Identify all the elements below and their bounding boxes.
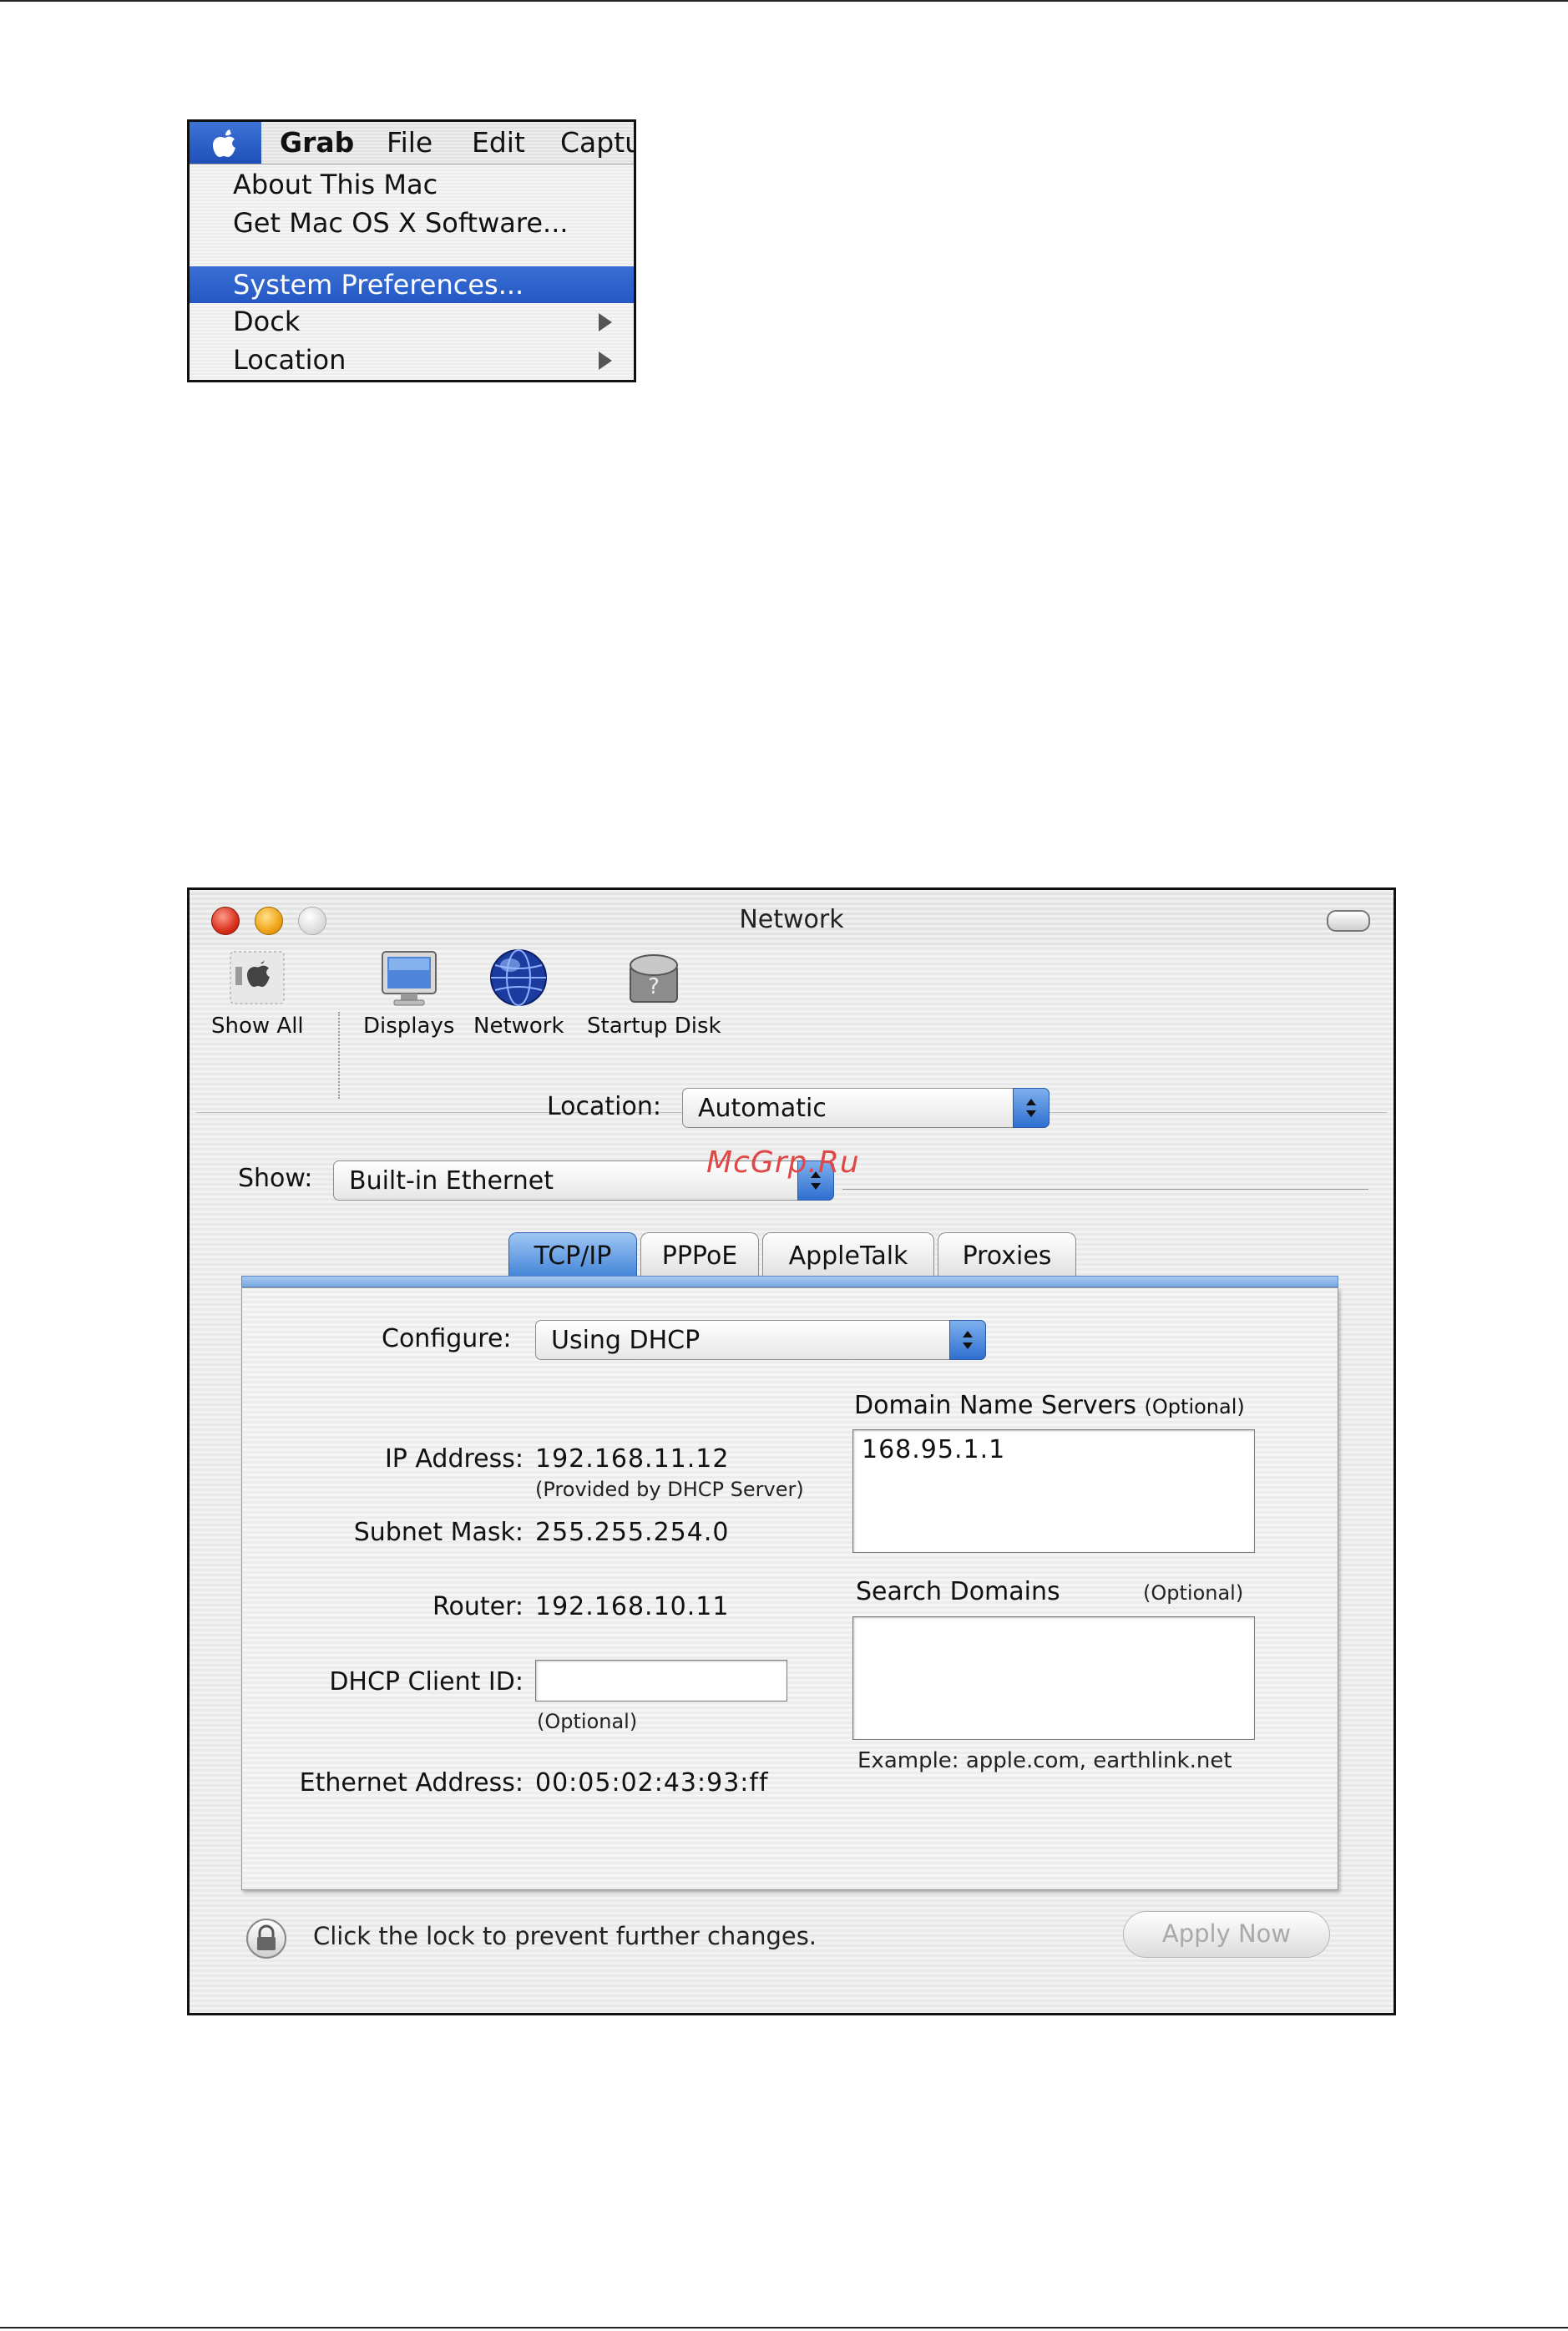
ip-address-label: IP Address: [384,1444,524,1474]
menubar-capture[interactable]: Captu [560,125,634,160]
configure-popup[interactable]: Using DHCP [535,1320,986,1360]
tab-pppoe[interactable]: PPPoE [640,1232,759,1281]
dns-servers-value: 168.95.1.1 [862,1435,1006,1464]
titlebar: Network [190,890,1393,948]
window-title: Network [739,905,844,934]
toolbar-toggle-button[interactable] [1327,910,1370,932]
tab-tcpip[interactable]: TCP/IP [508,1232,637,1281]
location-popup[interactable]: Automatic [682,1088,1050,1128]
search-domains-example: Example: apple.com, earthlink.net [857,1748,1232,1773]
menu-item-dock[interactable]: Dock [190,303,634,340]
toolbar-label: Startup Disk [587,1014,721,1039]
ip-address-note: (Provided by DHCP Server) [535,1478,804,1501]
apply-now-button[interactable]: Apply Now [1123,1911,1330,1958]
router-value: 192.168.10.11 [535,1592,730,1621]
menubar: Grab File Edit Captu [190,122,634,164]
page-top-rule [0,0,1568,2]
ethernet-address-label: Ethernet Address: [299,1768,524,1798]
dhcp-client-id-input[interactable] [535,1660,787,1701]
search-domains-optional: (Optional) [1143,1581,1244,1605]
search-domains-title: Search Domains [856,1577,1060,1606]
menu-item-label: About This Mac [233,169,438,200]
menu-item-label: Location [233,344,346,376]
dns-title-text: Domain Name Servers [854,1391,1136,1420]
watermark: McGrp.Ru [706,1145,860,1180]
monitor-icon [381,951,437,1006]
toolbar-startup-disk[interactable]: ? Startup Disk [587,947,721,1039]
tab-proxies[interactable]: Proxies [938,1232,1076,1281]
disk-icon: ? [630,954,679,1003]
toolbar-separator [338,1012,340,1099]
dhcp-client-id-label: DHCP Client ID: [329,1667,524,1696]
menu-item-label: Dock [233,306,301,337]
search-domains-input[interactable] [852,1616,1255,1740]
svg-text:?: ? [648,974,660,999]
show-value: Built-in Ethernet [349,1166,554,1196]
location-label: Location: [547,1092,661,1121]
menu-item-about[interactable]: About This Mac [190,166,634,203]
subnet-mask-label: Subnet Mask: [353,1518,524,1547]
dns-title: Domain Name Servers (Optional) [854,1391,1245,1420]
dns-optional: (Optional) [1144,1395,1245,1418]
lock-icon [257,1924,276,1950]
toolbar-show-all[interactable]: Show All [211,947,304,1039]
menu-item-label: System Preferences... [233,269,524,301]
stepper-icon [1013,1088,1050,1128]
toolbar-label: Show All [211,1014,304,1039]
submenu-arrow-icon [599,351,612,370]
toolbar-displays[interactable]: Displays [363,947,454,1039]
menu-item-location[interactable]: Location [190,341,634,378]
dhcp-client-id-note: (Optional) [537,1710,638,1733]
lock-button[interactable] [246,1919,286,1959]
page-bottom-rule [0,2327,1568,2328]
location-value: Automatic [698,1094,827,1123]
apple-icon [213,129,235,157]
submenu-arrow-icon [599,313,612,331]
subnet-mask-value: 255.255.254.0 [535,1518,730,1547]
apple-menu-button[interactable] [190,122,261,164]
apple-menu-dropdown: About This Mac Get Mac OS X Software... … [190,164,634,380]
apple-icon [230,951,285,1004]
ethernet-address-value: 00:05:02:43:93:ff [535,1768,769,1798]
toolbar-label: Displays [363,1014,455,1039]
router-label: Router: [432,1592,524,1621]
toolbar-label: Network [473,1014,564,1039]
configure-value: Using DHCP [551,1326,701,1355]
menubar-edit[interactable]: Edit [472,125,525,160]
tab-appletalk[interactable]: AppleTalk [762,1232,934,1281]
lock-message: Click the lock to prevent further change… [313,1922,817,1950]
globe-icon [490,949,548,1006]
show-label: Show: [238,1164,313,1193]
network-window: Network Show All Displays Network ? Star… [187,887,1396,2015]
stepper-icon [949,1320,986,1360]
menu-item-label: Get Mac OS X Software... [233,207,569,239]
apple-menu-screenshot: Grab File Edit Captu About This Mac Get … [187,119,636,382]
configure-label: Configure: [382,1324,512,1353]
ip-address-value: 192.168.11.12 [535,1444,730,1474]
menubar-grab[interactable]: Grab [280,125,354,160]
menubar-file[interactable]: File [387,125,432,160]
dns-servers-input[interactable]: 168.95.1.1 [852,1429,1255,1553]
show-divider [842,1189,1368,1190]
menu-item-system-preferences[interactable]: System Preferences... [190,266,634,303]
tab-rail [241,1276,1338,1287]
menu-item-get-software[interactable]: Get Mac OS X Software... [190,205,634,241]
toolbar-network[interactable]: Network [473,947,564,1039]
